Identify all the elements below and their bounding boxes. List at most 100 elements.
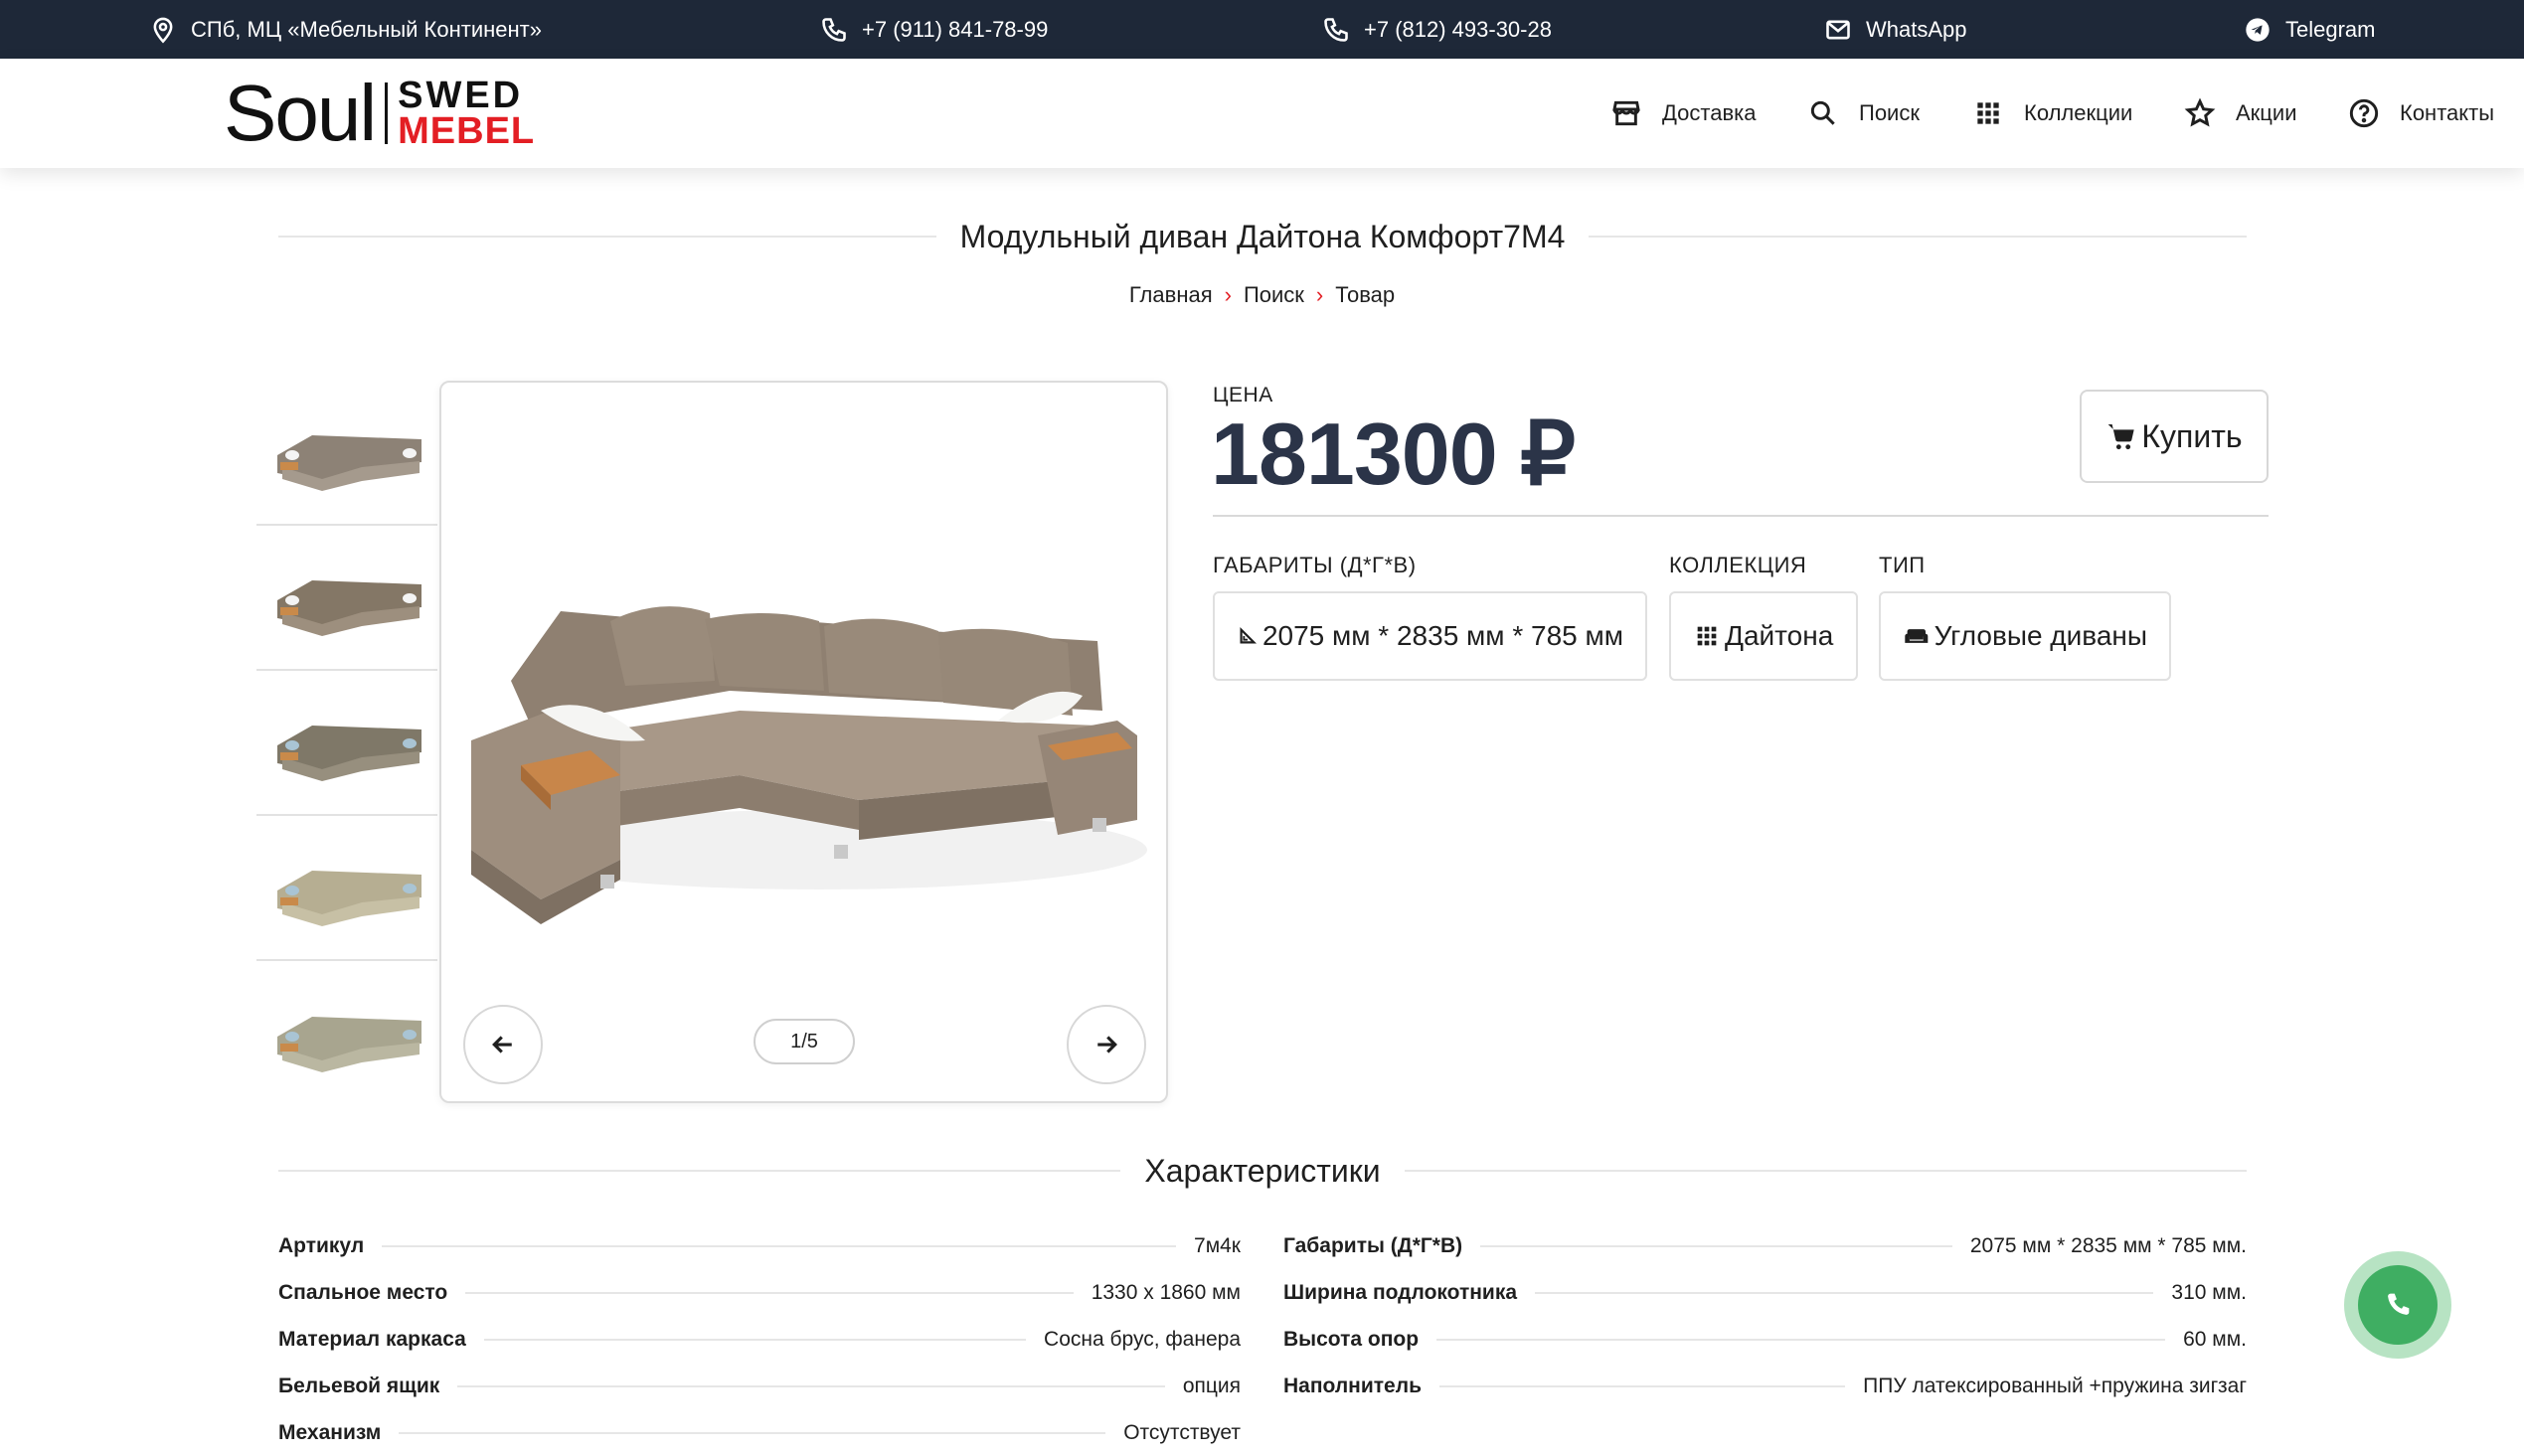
thumbnail-2[interactable] [256,526,437,671]
spec-key: Ширина подлокотника [1283,1280,1518,1304]
spec-value: 310 мм. [2171,1280,2247,1304]
sofa-thumbnail-image [277,871,421,926]
spec-row: Высота опор 60 мм. [1283,1316,2247,1363]
sofa-thumbnail-image [277,1017,421,1072]
breadcrumb-search[interactable]: Поиск [1244,282,1304,308]
sofa-icon [1905,629,1929,643]
buy-button-label: Купить [2141,417,2243,454]
spec-value: Отсутствует [1123,1420,1241,1444]
mail-icon [1826,20,1850,39]
cart-icon [2108,424,2135,450]
whatsapp-link[interactable]: WhatsApp [1824,0,1967,59]
nav-search[interactable]: Поиск [1807,59,1920,168]
title-rule-left [278,236,936,238]
logo-swed-text: SWED [398,74,524,116]
grid-icon [1977,102,1999,124]
top-contact-bar: СПб, МЦ «Мебельный Континент» +7 (911) 8… [0,0,2524,59]
characteristics-title-row: Характеристики [278,1143,2248,1199]
sofa-thumbnail-image [277,435,421,491]
product-image-viewer: 1/5 [439,381,1168,1103]
spec-row: Ширина подлокотника 310 мм. [1283,1269,2247,1316]
spec-leader [1438,1384,1846,1387]
next-image-button[interactable] [1067,1005,1146,1084]
site-header: Soul SWED MEBEL [0,59,2524,168]
thumbnail-3[interactable] [256,671,437,816]
thumbnail-list [256,381,437,1106]
prev-image-button[interactable] [463,1005,543,1084]
spec-value: 2075 мм * 2835 мм * 785 мм. [1969,1233,2247,1257]
thumbnail-4[interactable] [256,816,437,961]
breadcrumb-current: Товар [1335,282,1396,307]
spec-key: Материал каркаса [278,1327,466,1351]
nav-delivery-label: Доставка [1662,100,1757,125]
spec-leader [399,1431,1106,1434]
buy-button[interactable]: Купить [2080,390,2269,483]
type-chip[interactable]: Угловые диваны [1879,591,2171,681]
star-icon [2184,97,2216,127]
logo-soul-text: Soul [224,69,377,157]
spec-leader [1436,1338,2166,1341]
telegram-icon [2246,17,2270,42]
callback-button[interactable] [2358,1265,2438,1345]
spec-row: Механизм Отсутствует [278,1409,1241,1456]
spec-value: 60 мм. [2183,1327,2247,1351]
specs-left: Артикул 7м4к Спальное место 1330 х 1860 мм… [278,1222,1241,1456]
collection-value: Дайтона [1725,620,1834,651]
nav-collections[interactable]: Коллекции [1972,59,2132,168]
spec-leader [1535,1291,2154,1294]
spec-row: Спальное место 1330 х 1860 мм [278,1269,1241,1316]
spec-leader [382,1244,1177,1247]
callback-button-ring [2344,1251,2451,1359]
thumbnail-1[interactable] [256,381,437,526]
logo-stack: SWED MEBEL [398,74,535,150]
phone2-link[interactable]: +7 (812) 493-30-28 [1322,0,1552,59]
spec-value: ППУ латексированный +пружина зигзаг [1863,1374,2247,1397]
image-counter: 1/5 [754,1019,855,1064]
nav-delivery[interactable]: Доставка [1610,59,1756,168]
dimensions-chip: 2075 мм * 2835 мм * 785 мм [1213,591,1647,681]
address-link[interactable]: СПб, МЦ «Мебельный Континент» [149,0,542,59]
spec-row: Артикул 7м4к [278,1222,1241,1269]
char-rule-right [1404,1170,2248,1172]
sofa-thumbnail-image [277,726,421,781]
breadcrumb-home[interactable]: Главная [1129,282,1213,308]
spec-leader [483,1338,1027,1341]
type-value: Угловые диваны [1934,620,2147,651]
arrow-right-icon [1097,1036,1117,1053]
ruler-triangle-icon [1240,626,1258,644]
spec-key: Габариты (Д*Г*В) [1283,1233,1463,1257]
search-icon [1810,100,1835,125]
thumbnail-5[interactable] [256,961,437,1106]
collection-chip[interactable]: Дайтона [1669,591,1858,681]
price-divider [1213,515,2269,517]
spec-value: 7м4к [1194,1233,1241,1257]
nav-contacts[interactable]: Контакты [2348,59,2494,168]
telegram-link[interactable]: Telegram [2244,0,2375,59]
spec-row: Габариты (Д*Г*В) 2075 мм * 2835 мм * 785 … [1283,1222,2247,1269]
spec-key: Спальное место [278,1280,448,1304]
spec-leader [1480,1244,1952,1247]
spec-value: 1330 х 1860 мм [1091,1280,1241,1304]
spec-key: Высота опор [1283,1327,1420,1351]
site-logo[interactable]: Soul SWED MEBEL [224,69,535,157]
spec-key: Механизм [278,1420,382,1444]
spec-row: Наполнитель ППУ латексированный +пружина … [1283,1363,2247,1409]
telegram-text: Telegram [2285,16,2376,42]
dimensions-label: ГАБАРИТЫ (Д*Г*В) [1213,553,1417,577]
sofa-thumbnail-image [277,580,421,636]
nav-promos[interactable]: Акции [2184,59,2296,168]
address-text: СПб, МЦ «Мебельный Континент» [191,16,542,42]
type-label: ТИП [1879,553,1926,577]
collection-label: КОЛЛЕКЦИЯ [1669,553,1807,577]
page-title: Модульный диван Дайтона Комфорт7М4 [959,218,1566,254]
spec-leader [465,1291,1074,1294]
phone2-text: +7 (812) 493-30-28 [1364,16,1552,42]
spec-key: Наполнитель [1283,1374,1422,1397]
nav-promos-label: Акции [2236,100,2297,125]
arrow-left-icon [492,1036,512,1053]
chevron-right-icon: › [1315,282,1324,307]
page-title-row: Модульный диван Дайтона Комфорт7М4 [278,209,2248,264]
spec-key: Артикул [278,1233,365,1257]
spec-row: Материал каркаса Сосна брус, фанера [278,1316,1241,1363]
phone1-link[interactable]: +7 (911) 841-78-99 [820,0,1048,59]
